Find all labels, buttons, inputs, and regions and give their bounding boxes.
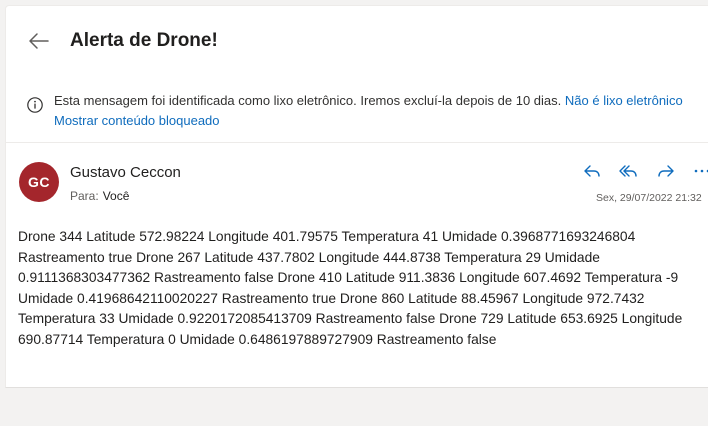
avatar[interactable]: GC	[19, 162, 59, 202]
reply-button[interactable]	[579, 158, 605, 184]
message-body: Drone 344 Latitude 572.98224 Longitude 4…	[18, 229, 683, 347]
header-divider	[6, 142, 708, 143]
sender-name[interactable]: Gustavo Ceccon	[70, 164, 181, 181]
back-button[interactable]	[26, 28, 52, 54]
to-label: Para:	[70, 189, 99, 203]
arrow-left-icon	[29, 33, 49, 49]
junk-notice: Esta mensagem foi identificada como lixo…	[54, 93, 683, 108]
reply-all-icon	[619, 165, 637, 177]
reply-icon	[584, 165, 600, 177]
forward-icon	[658, 165, 674, 177]
forward-button[interactable]	[653, 158, 679, 184]
recipients-line: Para: Você	[70, 189, 129, 203]
message-date: Sex, 29/07/2022 21:32	[596, 192, 702, 204]
info-icon	[26, 96, 44, 114]
to-recipient[interactable]: Você	[103, 189, 130, 203]
show-blocked-content-link[interactable]: Mostrar conteúdo bloqueado	[54, 113, 220, 128]
more-actions-button[interactable]	[689, 158, 708, 184]
reading-pane: Alerta de Drone! Esta mensagem foi ident…	[5, 5, 708, 388]
reply-all-button[interactable]	[615, 158, 641, 184]
not-junk-link[interactable]: Não é lixo eletrônico	[565, 93, 683, 108]
junk-notice-bar: Esta mensagem foi identificada como lixo…	[6, 80, 708, 136]
message-subject: Alerta de Drone!	[70, 30, 218, 51]
junk-notice-text: Esta mensagem foi identificada como lixo…	[54, 93, 562, 108]
more-icon	[694, 169, 708, 173]
